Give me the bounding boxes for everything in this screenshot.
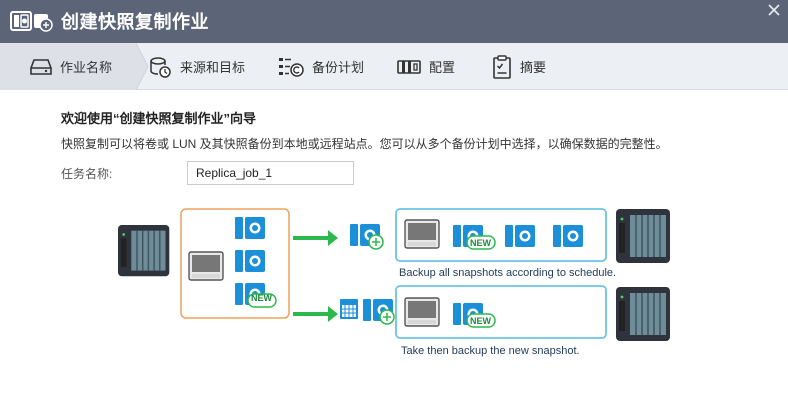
- step-label: 作业名称: [60, 60, 113, 75]
- source-volume-icon: [188, 251, 224, 281]
- calendar-icon: [340, 299, 358, 319]
- snapshot-icon: [235, 217, 265, 239]
- task-name-input[interactable]: [187, 161, 354, 185]
- source-target-icon: [150, 56, 171, 78]
- close-icon[interactable]: [766, 2, 782, 18]
- step-label: 来源和目标: [180, 60, 246, 75]
- step-job-name[interactable]: 作业名称: [0, 43, 136, 90]
- step-summary[interactable]: 摘要: [492, 43, 572, 90]
- page-description: 快照复制可以将卷或 LUN 及其快照备份到本地或远程站点。您可以从多个备份计划中…: [61, 137, 668, 151]
- new-badge-label: NEW: [470, 238, 491, 248]
- target-nas-icon: [615, 208, 671, 264]
- step-label: 摘要: [520, 60, 547, 75]
- replication-diagram: NEW NEW NEW Backup all snapshots accordi…: [110, 205, 675, 360]
- snapshot-icon: [553, 225, 583, 247]
- source-nas-icon: [117, 224, 171, 278]
- title-bar: 创建快照复制作业: [0, 0, 788, 43]
- wizard-steps: 作业名称 来源和目标 备份计划 配置 摘要: [0, 43, 788, 90]
- summary-icon: [493, 54, 511, 79]
- arrow-right-icon: [293, 306, 338, 322]
- arrow-right-icon: [293, 230, 338, 246]
- new-badge-label: NEW: [251, 293, 272, 303]
- window-title: 创建快照复制作业: [61, 12, 209, 32]
- caption-schedule: Backup all snapshots according to schedu…: [399, 267, 617, 279]
- caption-new-snapshot: Take then backup the new snapshot.: [401, 345, 580, 357]
- step-label: 配置: [429, 60, 456, 75]
- snapshot-icon: [505, 225, 535, 247]
- page-heading: 欢迎使用“创建快照复制作业”向导: [61, 111, 257, 126]
- wizard-content: 欢迎使用“创建快照复制作业”向导 快照复制可以将卷或 LUN 及其快照备份到本地…: [0, 90, 788, 400]
- snapshot-icon: [235, 250, 265, 272]
- new-badge-label: NEW: [470, 316, 491, 326]
- target-volume-icon: [404, 297, 440, 327]
- target-volume-icon: [404, 219, 440, 249]
- drive-icon: [30, 58, 52, 75]
- target-nas-icon: [615, 286, 671, 342]
- step-label: 备份计划: [312, 60, 365, 75]
- snapshot-replica-icon: [10, 11, 53, 32]
- schedule-icon: [279, 57, 304, 77]
- step-source-target[interactable]: 来源和目标: [148, 43, 266, 90]
- diagram-graphic: [117, 208, 671, 342]
- config-icon: [397, 59, 421, 74]
- step-schedule[interactable]: 备份计划: [278, 43, 388, 90]
- step-config[interactable]: 配置: [397, 43, 482, 90]
- task-name-label: 任务名称:: [61, 167, 113, 181]
